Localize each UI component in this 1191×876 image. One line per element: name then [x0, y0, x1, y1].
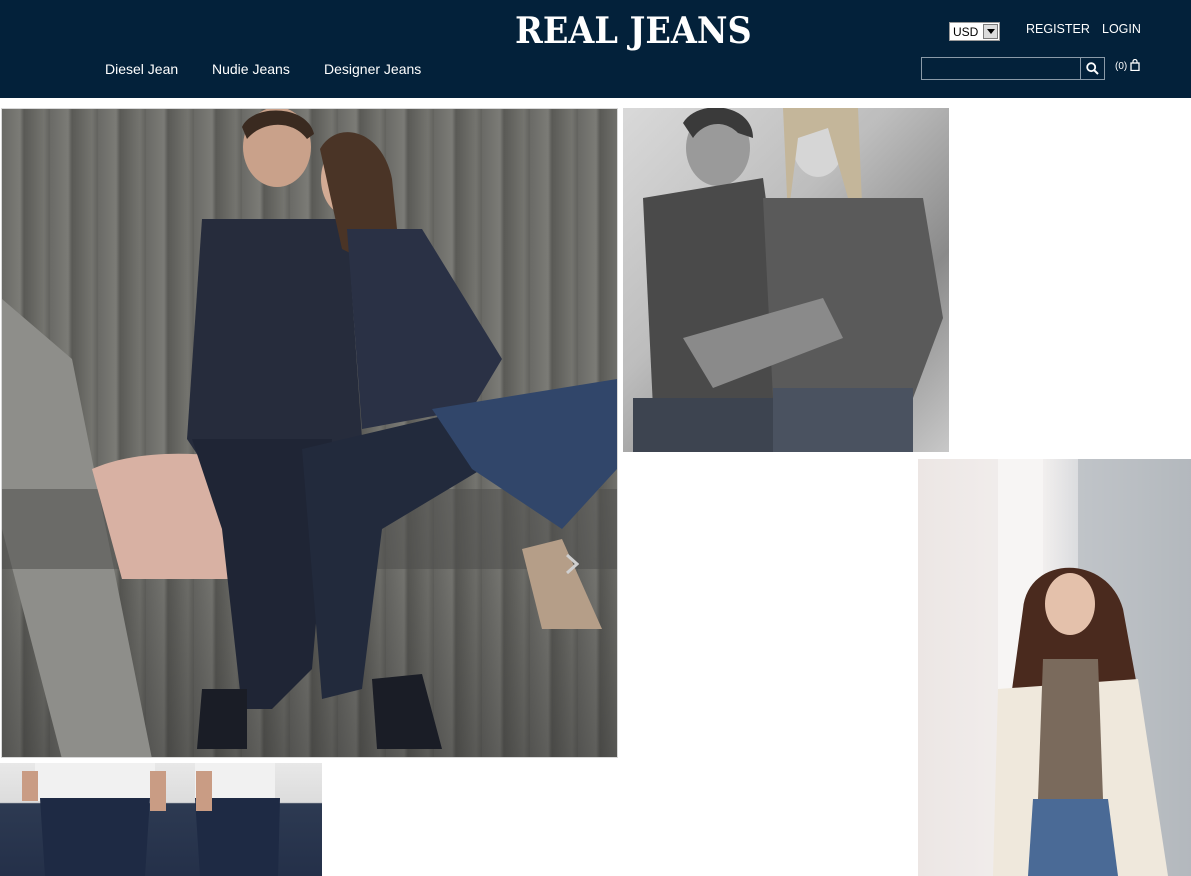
nav-link-diesel-jean[interactable]: Diesel Jean [105, 61, 178, 77]
site-header: REAL JEANS Diesel Jean Nudie Jeans Desig… [0, 0, 1191, 98]
search-input[interactable] [922, 58, 1080, 79]
search-button[interactable] [1080, 58, 1104, 79]
login-link[interactable]: LOGIN [1102, 22, 1141, 36]
site-logo[interactable]: REAL JEANS [515, 10, 752, 52]
shopping-bag-icon [1130, 59, 1140, 71]
currency-select[interactable]: USD [949, 22, 1000, 41]
nav-link-nudie-jeans[interactable]: Nudie Jeans [212, 61, 290, 77]
chevron-down-icon[interactable] [983, 24, 998, 39]
search-icon [1086, 62, 1099, 75]
hero-photo-couple-bench[interactable] [1, 108, 618, 758]
search-box [921, 57, 1105, 80]
photo-jeans-closeup[interactable] [0, 763, 322, 876]
photo-couple-denim-shirts[interactable] [623, 108, 949, 452]
register-link[interactable]: REGISTER [1026, 22, 1090, 36]
cart-count: (0) [1115, 61, 1128, 72]
currency-value: USD [953, 25, 979, 39]
cart-link[interactable]: (0) [1115, 59, 1140, 72]
chevron-right-icon[interactable] [565, 553, 580, 579]
nav-link-designer-jeans[interactable]: Designer Jeans [324, 61, 421, 77]
photo-woman-white-coat[interactable] [918, 459, 1191, 876]
